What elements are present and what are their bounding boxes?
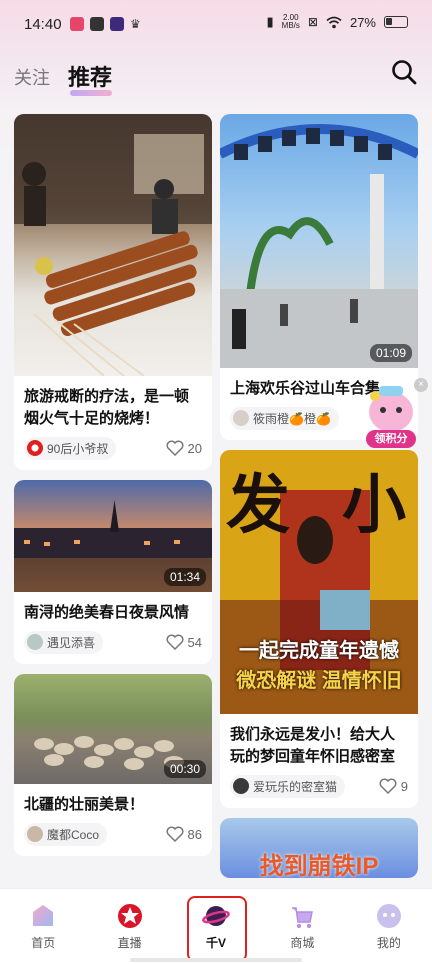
status-right: ▮ 2.00 MB/s ⊠ 27% bbox=[267, 14, 408, 30]
avatar bbox=[27, 634, 43, 650]
active-tab-highlight bbox=[187, 896, 247, 962]
top-tabs: 关注 推荐 bbox=[14, 58, 113, 96]
author-name: 90后小爷叔 bbox=[47, 441, 109, 456]
author-chip[interactable]: 遇见添喜 bbox=[24, 630, 104, 654]
nav-me[interactable]: 我的 bbox=[346, 889, 432, 964]
author-chip[interactable]: 90后小爷叔 bbox=[24, 436, 117, 460]
like-button[interactable]: 86 bbox=[166, 826, 202, 842]
like-button[interactable]: 20 bbox=[166, 440, 202, 456]
battery-percent: 27% bbox=[349, 14, 376, 30]
poster-big-char: 小 bbox=[342, 469, 406, 541]
notification-app-icon bbox=[90, 17, 104, 31]
video-duration: 00:30 bbox=[163, 760, 206, 778]
feed-column-right: 01:09 上海欢乐谷过山车合集 筱雨橙🍊橙🍊 发 小 一起完成童年遗憾 微恐解… bbox=[220, 114, 418, 888]
feed-card[interactable]: 00:30 北疆的壮丽美景！ 魔都Coco 86 bbox=[14, 674, 212, 856]
feed-column-left: 旅游戒断的疗法，是一顿烟火气十足的烧烤！ 90后小爷叔 20 01:34 南浔的… bbox=[14, 114, 212, 866]
video-duration: 01:34 bbox=[163, 568, 206, 586]
nav-mall[interactable]: 商城 bbox=[259, 889, 345, 964]
like-count: 54 bbox=[187, 634, 202, 650]
wifi-icon bbox=[326, 16, 342, 28]
feed-card[interactable]: 01:34 南浔的绝美春日夜景风情 遇见添喜 54 bbox=[14, 480, 212, 664]
like-count: 86 bbox=[187, 826, 202, 842]
status-bar: 14:40 ♛ ▮ 2.00 MB/s ⊠ 27% bbox=[0, 0, 432, 50]
author-chip[interactable]: 爱玩乐的密室猫 bbox=[230, 774, 346, 798]
live-star-icon bbox=[117, 904, 142, 928]
card-footer: 魔都Coco 86 bbox=[14, 822, 212, 856]
heart-icon bbox=[166, 634, 184, 650]
card-footer: 爱玩乐的密室猫 9 bbox=[220, 774, 418, 808]
poster-caption: 一起完成童年遗憾 bbox=[239, 640, 399, 662]
reward-label: 领积分 bbox=[366, 430, 416, 448]
nav-home[interactable]: 首页 bbox=[0, 889, 86, 964]
home-icon bbox=[33, 905, 54, 926]
nav-live[interactable]: 直播 bbox=[86, 889, 172, 964]
rollercoaster-illustration bbox=[220, 124, 418, 368]
profile-icon bbox=[376, 904, 401, 928]
poster-caption: 微恐解谜 温情怀旧 bbox=[236, 670, 402, 692]
feed-card[interactable]: 旅游戒断的疗法，是一顿烟火气十足的烧烤！ 90后小爷叔 20 bbox=[14, 114, 212, 470]
heart-icon bbox=[166, 826, 184, 842]
cart-icon bbox=[292, 907, 314, 928]
sim-off-icon: ⊠ bbox=[307, 15, 318, 29]
status-app-icons: ♛ bbox=[70, 17, 144, 31]
reward-float-button[interactable]: × 领积分 bbox=[360, 378, 428, 450]
search-icon[interactable] bbox=[390, 58, 418, 86]
card-thumbnail: 00:30 bbox=[14, 674, 212, 784]
nav-label: 我的 bbox=[376, 936, 401, 950]
poster-big-char: 发 bbox=[226, 469, 290, 541]
author-name: 筱雨橙🍊橙🍊 bbox=[253, 411, 331, 426]
author-chip[interactable]: 筱雨橙🍊橙🍊 bbox=[230, 406, 339, 430]
notification-app-icon bbox=[70, 17, 84, 31]
avatar bbox=[233, 778, 249, 794]
feed-card[interactable]: 找到崩铁IP bbox=[220, 818, 418, 878]
card-footer: 遇见添喜 54 bbox=[14, 630, 212, 664]
nav-label: 首页 bbox=[31, 936, 56, 950]
author-chip[interactable]: 魔都Coco bbox=[24, 822, 108, 846]
card-title: 北疆的壮丽美景！ bbox=[24, 796, 145, 813]
avatar bbox=[27, 440, 43, 456]
tab-recommend[interactable]: 推荐 bbox=[68, 60, 113, 96]
card-footer: 90后小爷叔 20 bbox=[14, 436, 212, 470]
notification-app-icon bbox=[110, 17, 124, 31]
heart-icon bbox=[379, 778, 397, 794]
like-count: 20 bbox=[187, 440, 202, 456]
nav-label: 直播 bbox=[117, 936, 142, 950]
video-duration: 01:09 bbox=[369, 344, 412, 362]
crown-icon: ♛ bbox=[130, 17, 141, 31]
feed-card[interactable]: 发 小 一起完成童年遗憾 微恐解谜 温情怀旧 我们永远是发小！给大人玩的梦回童年… bbox=[220, 450, 418, 808]
card-thumbnail: 找到崩铁IP bbox=[220, 818, 418, 878]
card-thumbnail: 发 小 一起完成童年遗憾 微恐解谜 温情怀旧 bbox=[220, 450, 418, 714]
gift-character-icon bbox=[369, 386, 413, 432]
nav-label: 商城 bbox=[290, 936, 315, 950]
card-thumbnail: 01:09 bbox=[220, 114, 418, 368]
author-name: 魔都Coco bbox=[47, 827, 100, 842]
avatar bbox=[27, 826, 43, 842]
author-name: 遇见添喜 bbox=[47, 635, 96, 650]
net-speed: 2.00 MB/s bbox=[281, 13, 300, 30]
status-time: 14:40 bbox=[24, 16, 62, 33]
heart-icon bbox=[166, 440, 184, 456]
card-title: 我们永远是发小！给大人玩的梦回童年怀旧感密室 bbox=[230, 726, 396, 765]
battery-icon bbox=[384, 16, 408, 28]
card-title: 旅游戒断的疗法，是一顿烟火气十足的烧烤！ bbox=[24, 388, 190, 427]
vibrate-icon: ▮ bbox=[266, 14, 274, 29]
home-indicator bbox=[130, 958, 302, 962]
tab-follow[interactable]: 关注 bbox=[14, 64, 50, 94]
author-name: 爱玩乐的密室猫 bbox=[253, 779, 338, 794]
card-thumbnail: 01:34 bbox=[14, 480, 212, 592]
bbq-illustration bbox=[14, 114, 212, 376]
poster-caption: 找到崩铁IP bbox=[259, 853, 379, 878]
card-title: 南浔的绝美春日夜景风情 bbox=[24, 604, 190, 621]
like-count: 9 bbox=[400, 778, 408, 794]
like-button[interactable]: 9 bbox=[379, 778, 408, 794]
card-thumbnail bbox=[14, 114, 212, 376]
avatar bbox=[233, 410, 249, 426]
like-button[interactable]: 54 bbox=[166, 634, 202, 650]
